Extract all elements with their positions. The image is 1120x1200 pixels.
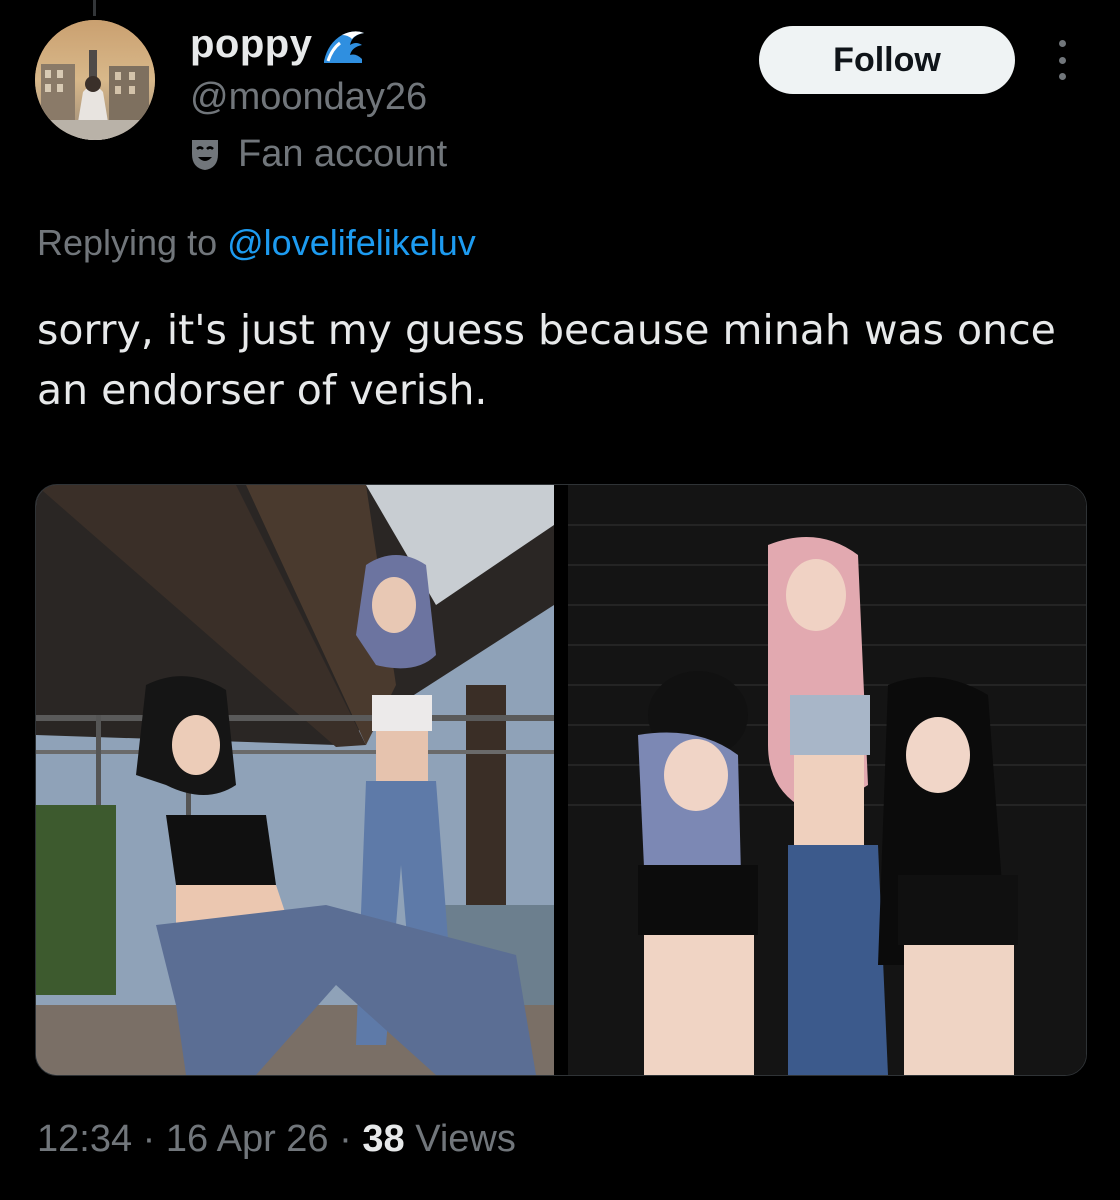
replying-to-line: Replying to @lovelifelikeluv	[37, 222, 476, 264]
follow-button[interactable]: Follow	[759, 26, 1015, 94]
author-handle[interactable]: @moonday26	[190, 76, 427, 119]
meta-separator: ·	[142, 1118, 156, 1160]
photo-three-women-brick-wall	[568, 485, 1086, 1075]
tweet-time[interactable]: 12:34	[37, 1118, 132, 1160]
wave-emoji-icon	[324, 30, 365, 63]
replying-to-prefix: Replying to	[37, 222, 218, 263]
avatar-image	[35, 20, 155, 140]
reply-mention-link[interactable]: @lovelifelikeluv	[227, 222, 476, 263]
views-count: 38	[362, 1118, 405, 1160]
meta-separator: ·	[339, 1118, 352, 1160]
views-label: Views	[415, 1118, 516, 1160]
fan-account-label-row: Fan account	[190, 133, 447, 176]
thread-connector-line	[93, 0, 96, 16]
author-name-row: poppy	[190, 22, 366, 67]
media-photo-2[interactable]	[568, 485, 1086, 1075]
avatar[interactable]	[35, 20, 155, 140]
fan-account-label: Fan account	[238, 133, 448, 175]
media-grid	[35, 484, 1087, 1076]
tweet-text: sorry, it's just my guess because minah …	[37, 306, 1056, 414]
media-photo-1[interactable]	[36, 485, 554, 1075]
author-display-name[interactable]: poppy	[190, 22, 312, 67]
photo-two-women-under-bridge	[36, 485, 554, 1075]
more-options-icon[interactable]	[1044, 36, 1080, 84]
tweet-date[interactable]: 16 Apr 26	[166, 1118, 329, 1160]
theater-mask-icon	[192, 139, 218, 170]
tweet-meta: 12:34 · 16 Apr 26 · 38 Views	[37, 1118, 516, 1161]
